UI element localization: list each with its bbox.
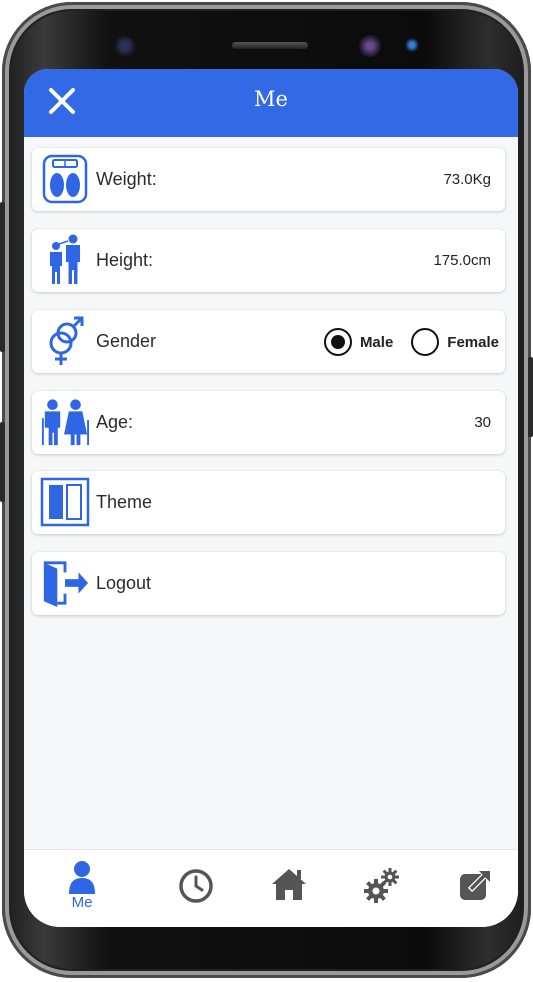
theme-icon (40, 477, 90, 527)
radio-unselected-indicator (411, 328, 440, 356)
weight-label: Weight: (96, 169, 157, 189)
front-sensor (114, 35, 136, 57)
gender-female-label: Female (447, 333, 499, 351)
weight-value: 73.0Kg (443, 171, 491, 188)
height-label: Height: (96, 250, 154, 270)
elderly-couple-icon (40, 397, 90, 447)
logout-row[interactable]: Logout (32, 552, 505, 615)
volume-up-button (0, 202, 5, 352)
gender-radio-group: Male Female (306, 328, 499, 356)
height-value: 175.0cm (433, 252, 491, 269)
phone-frame: Me Weight: 73.0Kg Height: 175.0cm Gender… (0, 2, 533, 978)
radio-selected-indicator (323, 328, 352, 356)
nav-history[interactable] (166, 860, 226, 920)
nav-home[interactable] (259, 860, 319, 920)
gender-icon (40, 316, 90, 366)
height-row[interactable]: Height: 175.0cm (32, 229, 505, 292)
gender-label: Gender (96, 331, 157, 351)
nav-me-label: Me (71, 894, 93, 911)
share-icon (460, 869, 492, 900)
logout-door-icon (40, 558, 90, 608)
volume-down-button (0, 422, 5, 502)
gender-female-radio[interactable]: Female (411, 328, 499, 356)
gender-male-label: Male (359, 333, 394, 351)
nav-me[interactable]: Me (52, 860, 112, 920)
app-screen: Me Weight: 73.0Kg Height: 175.0cm Gender… (24, 69, 518, 927)
earpiece-speaker (232, 42, 308, 49)
gender-row: Gender Male Female (32, 310, 505, 373)
theme-row[interactable]: Theme (32, 471, 505, 534)
user-icon (69, 861, 95, 894)
app-header: Me (24, 69, 518, 137)
age-value: 30 (474, 414, 491, 431)
age-label: Age: (96, 412, 134, 432)
home-icon (272, 869, 306, 900)
front-camera (359, 35, 381, 57)
proximity-sensor (405, 38, 419, 52)
age-row[interactable]: Age: 30 (32, 391, 505, 454)
nav-share[interactable] (446, 860, 506, 920)
nav-settings[interactable] (352, 860, 412, 920)
height-icon (40, 234, 90, 285)
theme-label: Theme (96, 492, 153, 512)
logout-label: Logout (96, 573, 152, 593)
clock-icon (179, 869, 213, 903)
weight-row[interactable]: Weight: 73.0Kg (32, 148, 505, 211)
page-title: Me (254, 87, 288, 111)
bottom-navigation: Me (24, 849, 518, 927)
power-button (528, 357, 533, 437)
gears-icon (364, 868, 399, 903)
gender-male-radio[interactable]: Male (323, 328, 394, 356)
weight-scale-icon (40, 154, 90, 204)
